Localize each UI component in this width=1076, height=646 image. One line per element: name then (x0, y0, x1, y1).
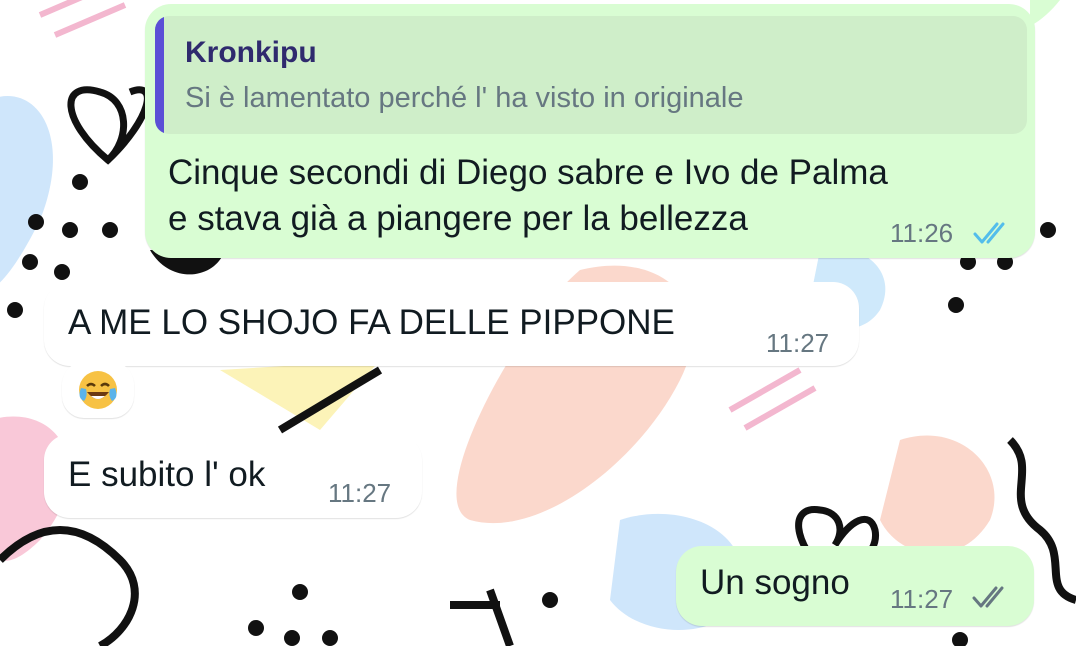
message-time: 11:26 (890, 218, 954, 248)
outgoing-message-bubble[interactable]: Kronkipu Si è lamentato perché l' ha vis… (145, 4, 1035, 258)
message-text-line-1: Cinque secondi di Diego sabre e Ivo de P… (168, 153, 888, 192)
incoming-message-bubble[interactable]: E subito l' ok 11:27 (44, 434, 422, 518)
message-text: Un sogno (700, 563, 850, 602)
message-time: 11:27 (890, 584, 954, 614)
incoming-message-bubble[interactable]: A ME LO SHOJO FA DELLE PIPPONE 11:27 (44, 282, 859, 366)
quote-accent-bar (155, 16, 164, 134)
quoted-reply[interactable]: Kronkipu Si è lamentato perché l' ha vis… (155, 16, 1027, 134)
quote-author: Kronkipu (185, 36, 317, 69)
bubble-tail (1030, 0, 1060, 26)
message-time: 11:27 (328, 478, 392, 508)
message-text: A ME LO SHOJO FA DELLE PIPPONE (68, 303, 675, 342)
quote-text: Si è lamentato perché l' ha visto in ori… (185, 82, 744, 114)
face-with-tears-of-joy-emoji (79, 371, 117, 409)
double-check-read-icon (973, 222, 1005, 244)
double-check-delivered-icon (972, 586, 1004, 608)
message-time: 11:27 (766, 328, 830, 358)
message-text-line-2: e stava già a piangere per la bellezza (168, 199, 748, 238)
message-text: E subito l' ok (68, 455, 266, 494)
outgoing-message-bubble[interactable]: Un sogno 11:27 (676, 546, 1034, 626)
reaction-badge[interactable] (62, 362, 134, 418)
